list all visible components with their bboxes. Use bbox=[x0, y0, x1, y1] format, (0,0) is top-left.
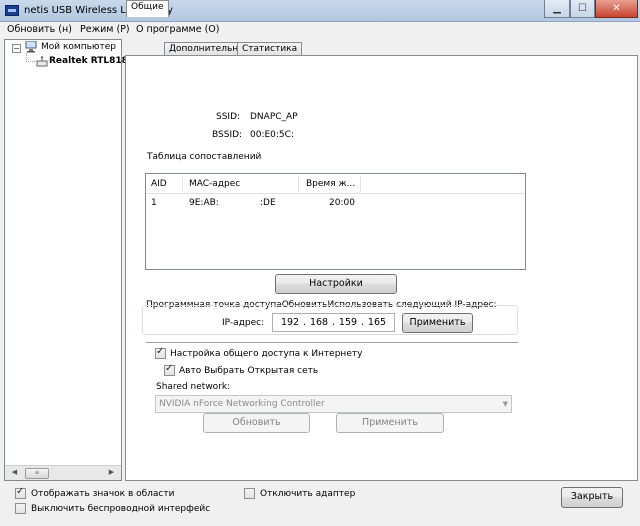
ip-octet-3: 159 bbox=[338, 317, 358, 328]
column-aid[interactable]: AID bbox=[151, 179, 167, 189]
show-tray-icon-checkbox[interactable] bbox=[15, 486, 26, 499]
table-header: AID MAC-адрес Время ж... bbox=[146, 174, 525, 194]
scroll-left-icon[interactable]: ◀ bbox=[7, 468, 22, 479]
minimize-icon: ▁ bbox=[553, 3, 561, 14]
wireless-adapter-icon bbox=[36, 56, 48, 67]
ip-octet-4: 165 bbox=[367, 317, 387, 328]
refresh-button[interactable]: Обновить bbox=[203, 413, 310, 433]
minimize-button[interactable]: ▁ bbox=[544, 0, 570, 18]
maximize-icon: ☐ bbox=[578, 3, 587, 14]
apply-button[interactable]: Применить bbox=[336, 413, 444, 433]
show-tray-icon-label: Отображать значок в области bbox=[31, 489, 175, 499]
auto-select-label: Авто Выбрать Открытая сеть bbox=[179, 366, 319, 376]
ip-octet-2: 168 bbox=[309, 317, 329, 328]
title-bar: netis USB Wireless LAN Utility ▁ ☐ ✕ bbox=[0, 0, 640, 22]
tree-node-my-computer[interactable]: Мой компьютер bbox=[41, 42, 116, 52]
column-time[interactable]: Время ж... bbox=[306, 179, 355, 189]
disable-wireless-checkbox[interactable] bbox=[15, 503, 26, 514]
menu-bar: Обновить (н) Режим (P) О программе (O) bbox=[0, 22, 640, 39]
section-divider bbox=[146, 342, 518, 344]
shared-network-label: Shared network: bbox=[156, 382, 231, 392]
ip-address-label: IP-адрес: bbox=[222, 318, 265, 328]
association-table[interactable]: AID MAC-адрес Время ж... 1 9E:AB: :DE 20… bbox=[145, 173, 526, 270]
shared-network-select[interactable]: NVIDIA nForce Networking Controller ▼ bbox=[155, 395, 512, 413]
tree-horizontal-scrollbar[interactable]: ◀ ≡ ▶ bbox=[5, 465, 121, 480]
menu-refresh[interactable]: Обновить (н) bbox=[7, 24, 72, 35]
apply-ip-button[interactable]: Применить bbox=[402, 313, 473, 333]
menu-mode[interactable]: Режим (P) bbox=[80, 24, 130, 35]
cell-mac-start: 9E:AB: bbox=[189, 198, 219, 208]
ip-address-field[interactable]: 192. 168. 159. 165 bbox=[272, 313, 395, 332]
ics-checkbox[interactable] bbox=[155, 346, 166, 359]
close-icon: ✕ bbox=[612, 3, 621, 14]
disable-adapter-checkbox[interactable] bbox=[244, 488, 255, 499]
ssid-label: SSID: bbox=[216, 112, 241, 122]
scroll-thumb[interactable]: ≡ bbox=[25, 468, 49, 479]
chevron-down-icon: ▼ bbox=[502, 400, 508, 408]
adapter-tree[interactable]: − Мой компьютер Realtek RTL818 ◀ ≡ ▶ bbox=[4, 39, 128, 481]
disable-wireless-label: Выключить беспроводной интерфейс bbox=[31, 504, 211, 514]
ip-octet-1: 192 bbox=[280, 317, 300, 328]
cell-mac-end: :DE bbox=[260, 198, 276, 208]
close-window-button[interactable]: ✕ bbox=[595, 0, 638, 18]
column-mac[interactable]: MAC-адрес bbox=[189, 179, 240, 189]
scroll-right-icon[interactable]: ▶ bbox=[104, 468, 119, 479]
association-table-title: Таблица сопоставлений bbox=[147, 152, 262, 162]
menu-about[interactable]: О программе (O) bbox=[136, 24, 219, 35]
app-icon bbox=[5, 5, 19, 16]
shared-network-value: NVIDIA nForce Networking Controller bbox=[159, 399, 325, 409]
tab-advanced[interactable]: Дополнительно bbox=[164, 42, 249, 56]
collapse-icon[interactable]: − bbox=[12, 44, 21, 53]
cell-time: 20:00 bbox=[329, 198, 355, 208]
bssid-value: 00:E0:5C: bbox=[250, 130, 294, 140]
ssid-value: DNAPC_AP bbox=[250, 112, 298, 122]
auto-select-checkbox[interactable] bbox=[164, 363, 175, 376]
maximize-button[interactable]: ☐ bbox=[570, 0, 595, 18]
tab-statistics[interactable]: Статистика bbox=[237, 42, 303, 56]
ics-label: Настройка общего доступа к Интернету bbox=[170, 349, 363, 359]
bssid-label: BSSID: bbox=[212, 130, 243, 140]
close-button[interactable]: Закрыть bbox=[561, 487, 623, 508]
cell-aid: 1 bbox=[151, 198, 157, 208]
tree-node-adapter[interactable]: Realtek RTL818 bbox=[49, 56, 128, 66]
computer-icon bbox=[25, 41, 37, 53]
settings-button[interactable]: Настройки bbox=[275, 274, 397, 294]
disable-adapter-label: Отключить адаптер bbox=[260, 489, 356, 499]
tab-general[interactable]: Общие bbox=[126, 0, 169, 17]
